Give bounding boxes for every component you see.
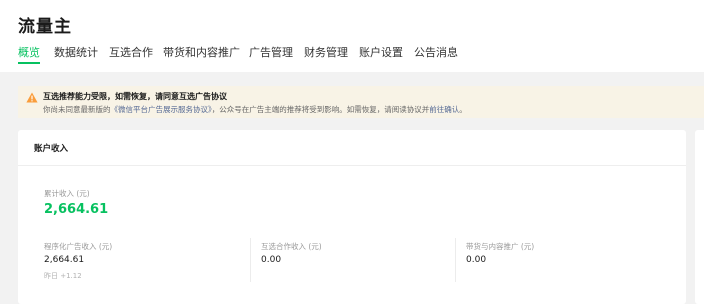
tab-data-stats[interactable]: 数据统计 bbox=[54, 46, 98, 68]
tab-finance-management[interactable]: 财务管理 bbox=[304, 46, 348, 68]
programmatic-ad-income-yesterday: 昨日 +1.12 bbox=[44, 272, 82, 280]
card-divider bbox=[18, 165, 686, 166]
card-title: 账户收入 bbox=[34, 144, 69, 154]
notice-text: 你尚未同意最新版的《微信平台广告展示服务协议》，公众号在广告主端的推荐将受到影响… bbox=[43, 104, 467, 115]
total-income-label: 累计收入 (元) bbox=[44, 189, 90, 198]
total-income-value: 2,664.61 bbox=[44, 202, 109, 217]
app-title: 流量主 bbox=[18, 17, 72, 37]
tab-account-settings[interactable]: 账户设置 bbox=[359, 46, 403, 68]
warning-icon bbox=[26, 92, 38, 103]
stat-divider bbox=[250, 238, 251, 282]
notice-text-middle: ，公众号在广告主端的推荐将受到影响。如需恢复，请阅读协议并 bbox=[211, 105, 430, 114]
agreement-link[interactable]: 《微信平台广告展示服务协议》 bbox=[111, 105, 212, 114]
agreement-notice: 互选推荐能力受限，如需恢复，请同意互选广告协议 你尚未同意最新版的《微信平台广告… bbox=[18, 86, 704, 118]
notice-text-after: 。 bbox=[459, 105, 467, 114]
notice-text-before: 你尚未同意最新版的 bbox=[43, 105, 111, 114]
tab-ad-management[interactable]: 广告管理 bbox=[249, 46, 293, 68]
mutual-cooperation-income-value: 0.00 bbox=[261, 255, 282, 265]
header: 流量主 概览 数据统计 互选合作 带货和内容推广 广告管理 财务管理 账户设置 … bbox=[0, 0, 704, 72]
go-confirm-link[interactable]: 前往确认 bbox=[429, 105, 459, 114]
mutual-cooperation-income-label: 互选合作收入 (元) bbox=[261, 242, 322, 251]
secondary-card bbox=[695, 130, 704, 304]
tab-announcements[interactable]: 公告消息 bbox=[414, 46, 458, 68]
programmatic-ad-income-value: 2,664.61 bbox=[44, 255, 85, 265]
tab-overview[interactable]: 概览 bbox=[18, 46, 40, 68]
tab-goods-promotion[interactable]: 带货和内容推广 bbox=[163, 46, 240, 68]
notice-title: 互选推荐能力受限，如需恢复，请同意互选广告协议 bbox=[43, 92, 227, 101]
account-income-card: 账户收入 累计收入 (元) 2,664.61 程序化广告收入 (元) 2,664… bbox=[18, 130, 686, 304]
programmatic-ad-income-label: 程序化广告收入 (元) bbox=[44, 242, 113, 251]
tab-mutual-cooperation[interactable]: 互选合作 bbox=[109, 46, 153, 68]
stat-divider bbox=[455, 238, 456, 282]
goods-promotion-income-label: 带货与内容推广 (元) bbox=[466, 242, 535, 251]
goods-promotion-income-value: 0.00 bbox=[466, 255, 487, 265]
